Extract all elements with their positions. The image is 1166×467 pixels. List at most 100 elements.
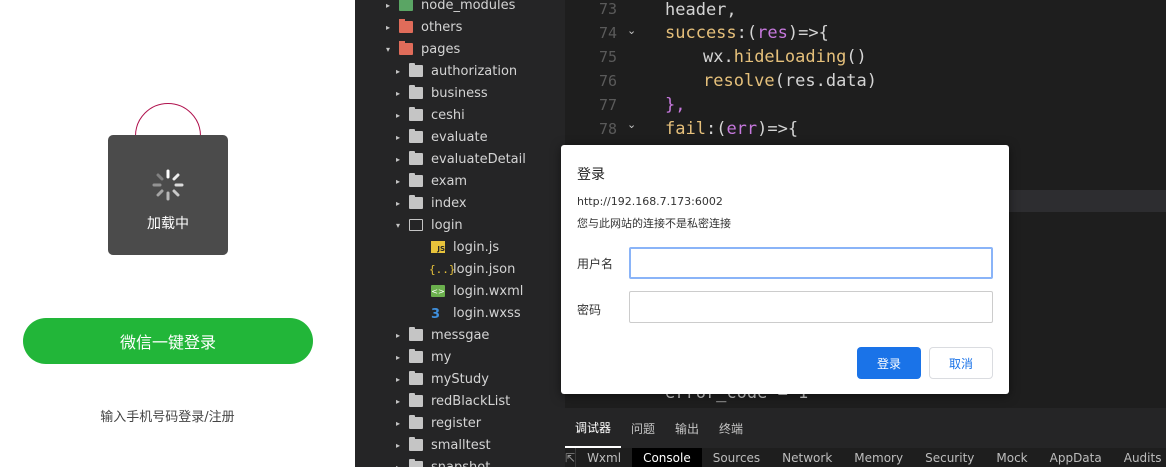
explorer-item-label: myStudy	[431, 371, 489, 387]
line-number: 76	[598, 72, 617, 90]
folder-icon	[409, 195, 423, 209]
explorer-item[interactable]: ▸ messgae	[355, 324, 565, 346]
dialog-url: http://192.168.7.173:6002	[577, 195, 723, 208]
tab-debugger[interactable]: 调试器	[565, 408, 622, 448]
password-input[interactable]	[629, 291, 993, 323]
explorer-item-label: exam	[431, 173, 468, 189]
line-number: 77	[598, 96, 617, 114]
panel-network[interactable]: Network	[771, 448, 843, 467]
tab-output[interactable]: 输出	[665, 408, 709, 448]
login-button[interactable]: 登录	[857, 347, 921, 379]
folder-open-icon	[409, 219, 423, 231]
tab-terminal[interactable]: 终端	[709, 408, 753, 448]
explorer-item-label: authorization	[431, 63, 518, 79]
panel-sources[interactable]: Sources	[702, 448, 771, 467]
chevron-right-icon[interactable]: ▸	[393, 330, 403, 340]
explorer-item[interactable]: {..} login.json	[355, 258, 565, 280]
line-number: 73	[598, 0, 617, 18]
fold-chevron-icon[interactable]: ⌄	[627, 118, 636, 131]
explorer-item-label: login.js	[453, 239, 500, 255]
folder-icon	[409, 151, 423, 165]
explorer-item-label: index	[431, 195, 467, 211]
chevron-right-icon[interactable]: ▸	[393, 132, 403, 142]
explorer-item[interactable]: ▸ authorization	[355, 60, 565, 82]
explorer-item-label: login.json	[453, 261, 516, 277]
panel-console[interactable]: Console	[632, 448, 702, 467]
explorer-item-label: register	[431, 415, 482, 431]
folder-icon	[409, 437, 423, 451]
devtools-tabs: 调试器 问题 输出 终端	[565, 408, 1166, 448]
code-token: err	[726, 119, 758, 139]
chevron-right-icon[interactable]: ▸	[393, 110, 403, 120]
explorer-item[interactable]: ▾ pages	[355, 38, 565, 60]
explorer-item[interactable]: ▸ snapshot	[355, 456, 565, 467]
explorer-item-label: login.wxml	[453, 283, 524, 299]
explorer-item[interactable]: ▸ exam	[355, 170, 565, 192]
code-token: resolve	[703, 71, 775, 91]
chevron-right-icon[interactable]: ▸	[393, 198, 403, 208]
chevron-right-icon[interactable]: ▸	[393, 88, 403, 98]
fold-chevron-icon[interactable]: ⌄	[627, 24, 636, 37]
code-token: fail	[665, 119, 706, 139]
code-token: :(	[736, 23, 758, 43]
username-label: 用户名	[577, 257, 614, 271]
chevron-right-icon[interactable]: ▸	[393, 154, 403, 164]
phone-login-link[interactable]: 输入手机号码登录/注册	[0, 406, 335, 425]
explorer-item[interactable]: ▾ login	[355, 214, 565, 236]
line-number: 78	[598, 120, 617, 138]
folder-icon	[409, 327, 423, 341]
chevron-right-icon[interactable]: ▸	[393, 66, 403, 76]
cancel-button[interactable]: 取消	[929, 347, 993, 379]
chevron-right-icon[interactable]: ▸	[393, 352, 403, 362]
explorer-item[interactable]: ▸ smalltest	[355, 434, 565, 456]
panel-memory[interactable]: Memory	[843, 448, 914, 467]
panel-security[interactable]: Security	[914, 448, 985, 467]
folder-icon	[409, 85, 423, 99]
chevron-right-icon[interactable]: ▸	[393, 396, 403, 406]
explorer-item-label: node_modules	[421, 0, 516, 13]
chevron-right-icon[interactable]: ▸	[383, 0, 393, 10]
explorer-item[interactable]: ▸ my	[355, 346, 565, 368]
explorer-item-label: pages	[421, 41, 461, 57]
panel-wxml[interactable]: Wxml	[576, 448, 632, 467]
username-input[interactable]	[629, 247, 993, 279]
explorer-item[interactable]: ▸ redBlackList	[355, 390, 565, 412]
code-token: (res.data)	[774, 71, 878, 91]
chevron-right-icon[interactable]: ▸	[393, 176, 403, 186]
panel-appdata[interactable]: AppData	[1039, 448, 1113, 467]
panel-audits[interactable]: Audits	[1113, 448, 1166, 467]
chevron-right-icon[interactable]: ▸	[383, 22, 393, 32]
explorer-item[interactable]: ▸ register	[355, 412, 565, 434]
explorer-item[interactable]: ▸ evaluate	[355, 126, 565, 148]
wechat-login-button[interactable]: 微信一键登录	[23, 318, 313, 364]
explorer-item[interactable]: 3 login.wxss	[355, 302, 565, 324]
tab-problems[interactable]: 问题	[621, 408, 665, 448]
explorer-item[interactable]: JS login.js	[355, 236, 565, 258]
wxml-file-icon: <>	[431, 285, 445, 297]
explorer-item[interactable]: ▸ index	[355, 192, 565, 214]
explorer-item[interactable]: ▸ others	[355, 16, 565, 38]
loading-toast-text: 加载中	[147, 216, 189, 232]
explorer-item-label: evaluateDetail	[431, 151, 526, 167]
inspect-cursor-icon[interactable]: ⇱	[565, 448, 577, 467]
chevron-down-icon[interactable]: ▾	[393, 220, 403, 230]
chevron-down-icon[interactable]: ▾	[383, 44, 393, 54]
code-token: header,	[665, 0, 737, 20]
explorer-item[interactable]: <> login.wxml	[355, 280, 565, 302]
panel-mock[interactable]: Mock	[985, 448, 1038, 467]
chevron-right-icon[interactable]: ▸	[393, 374, 403, 384]
explorer-item[interactable]: ▸ node_modules	[355, 0, 565, 16]
chevron-right-icon[interactable]: ▸	[393, 418, 403, 428]
chevron-right-icon[interactable]: ▸	[393, 462, 403, 467]
wxss-file-icon: 3	[431, 307, 441, 322]
explorer-item-label: ceshi	[431, 107, 465, 123]
explorer-item-label: snapshot	[431, 459, 491, 467]
explorer-item[interactable]: ▸ evaluateDetail	[355, 148, 565, 170]
explorer-item[interactable]: ▸ ceshi	[355, 104, 565, 126]
chevron-right-icon[interactable]: ▸	[393, 440, 403, 450]
line-number: 74	[598, 24, 617, 42]
explorer-item[interactable]: ▸ business	[355, 82, 565, 104]
explorer-item[interactable]: ▸ myStudy	[355, 368, 565, 390]
devtools-panel-bar: ⇱ Wxml Console Sources Network Memory Se…	[565, 448, 1166, 467]
explorer-item-label: business	[431, 85, 488, 101]
